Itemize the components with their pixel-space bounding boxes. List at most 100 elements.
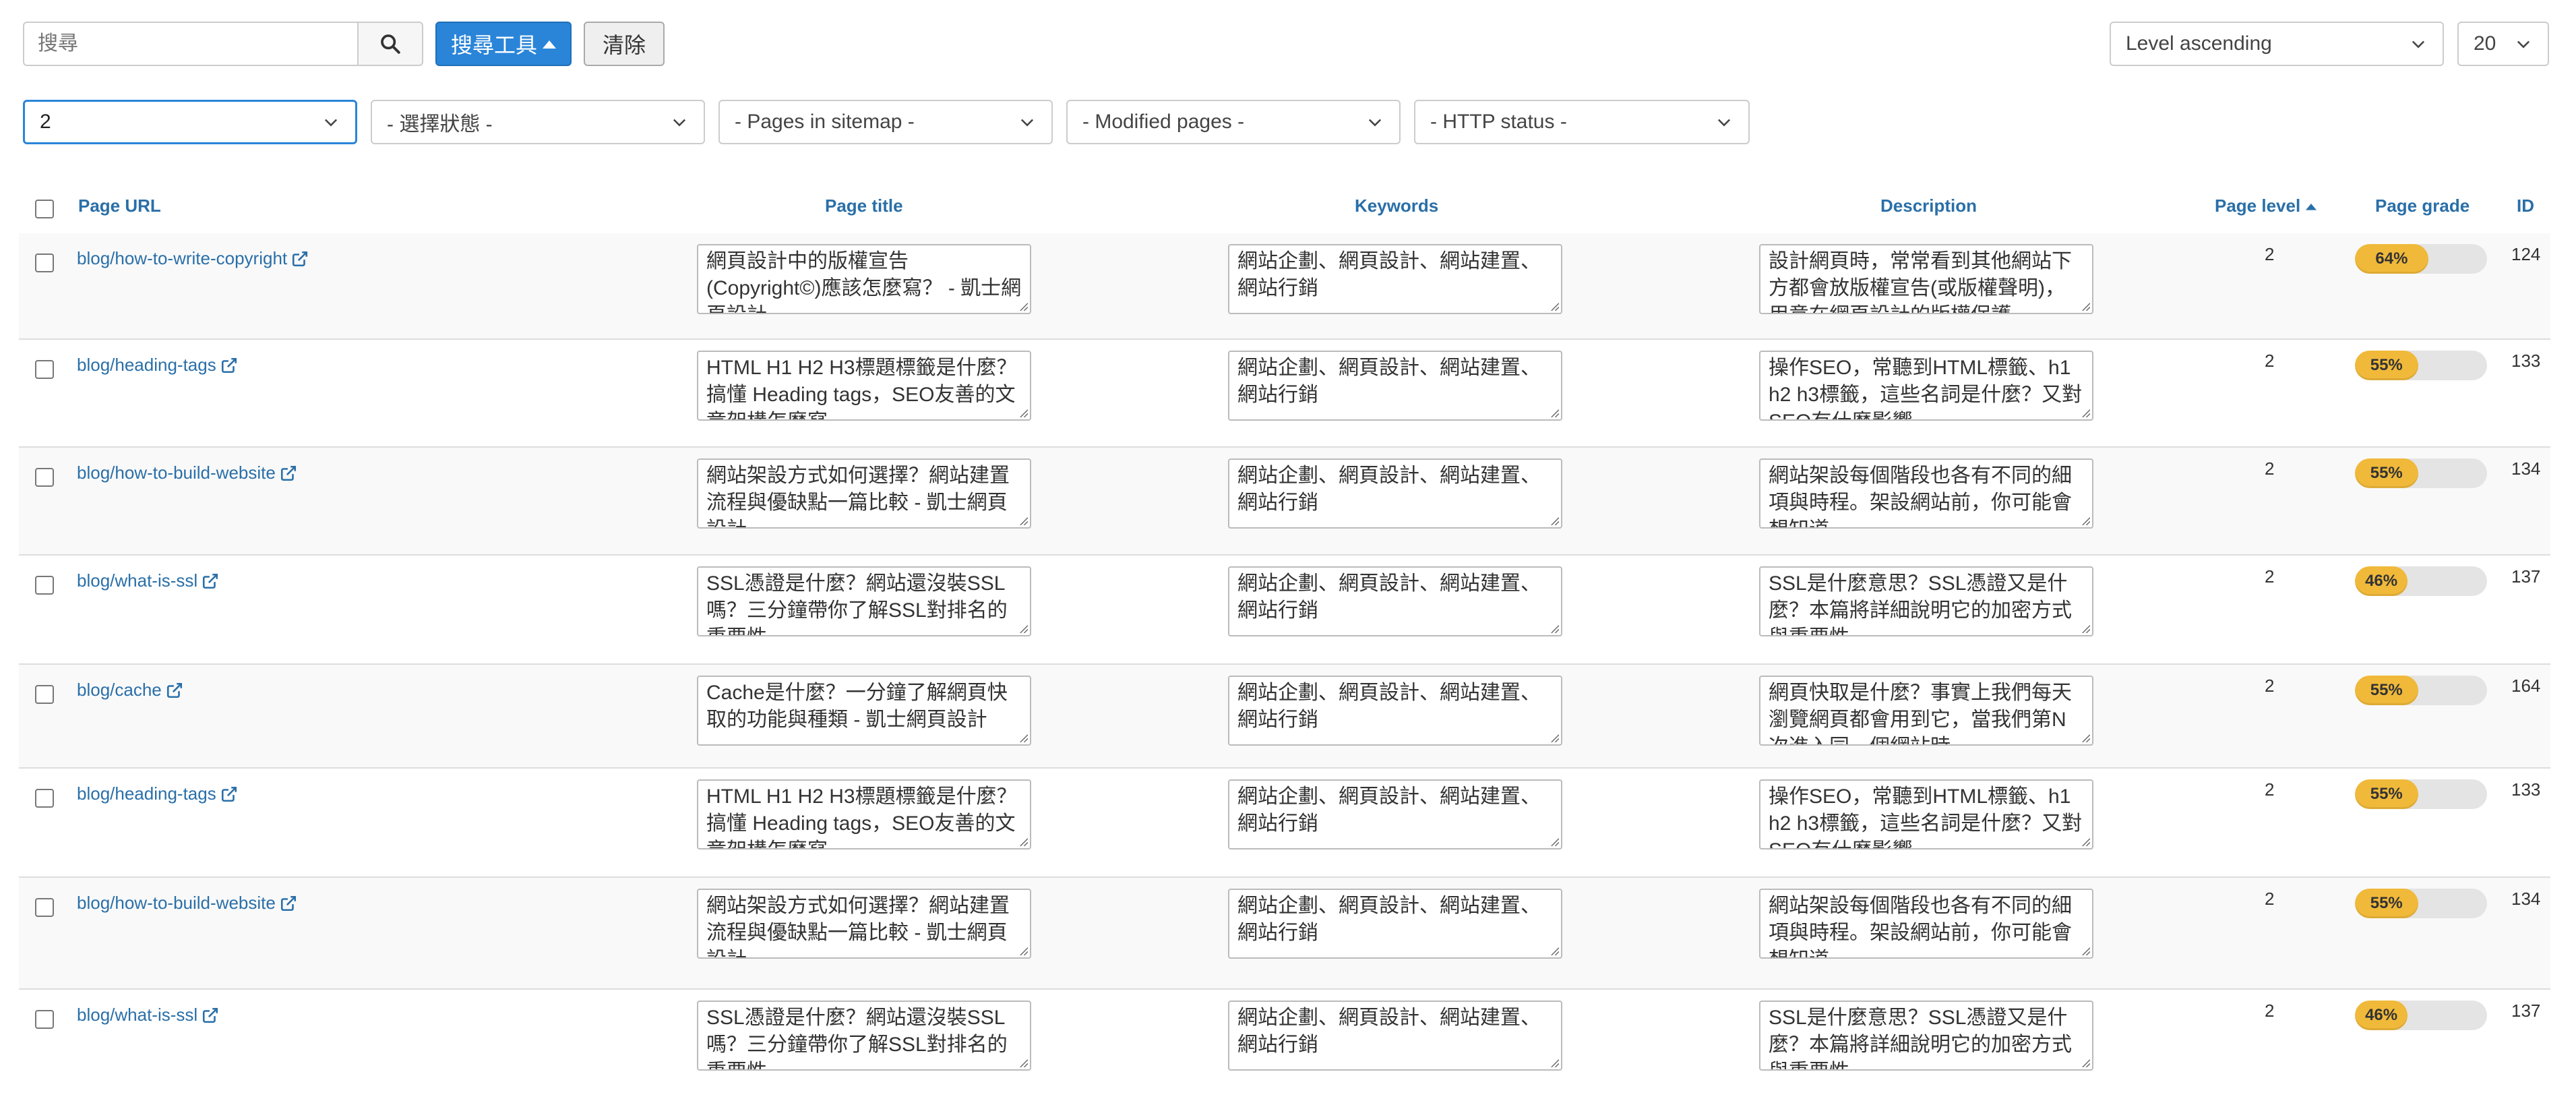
resize-grip-icon[interactable] [2081,837,2090,846]
resize-grip-icon[interactable] [1018,837,1028,846]
description-textarea[interactable]: 操作SEO，常聽到HTML標籤、h1 h2 h3標籤，這些名詞是什麼？又對SEO… [1759,779,2093,849]
header-page-url[interactable]: Page URL [78,196,161,216]
row-checkbox[interactable] [35,789,54,808]
description-textarea[interactable]: 網站架設每個階段也各有不同的細項與時程。架設網站前，你可能會想知道 [1759,889,2093,959]
page-url-link[interactable]: blog/what-is-ssl [77,570,219,591]
header-description[interactable]: Description [1880,196,1977,216]
sitemap-filter-select[interactable]: - Pages in sitemap - [718,100,1053,144]
description-textarea[interactable]: 設計網頁時，常常看到其他網站下方都會放版權宣告(或版權聲明)，用意在網頁設計的版… [1759,244,2093,314]
chevron-down-icon [324,119,338,127]
description-textarea[interactable]: 網頁快取是什麼？事實上我們每天瀏覽網頁都會用到它，當我們第N次進入同一個網站時 [1759,676,2093,746]
page-title-textarea[interactable]: SSL憑證是什麼？網站還沒裝SSL嗎？三分鐘帶你了解SSL對排名的重要性 [697,566,1031,636]
keywords-textarea[interactable]: 網站企劃、網頁設計、網站建置、網站行銷 [1228,889,1562,959]
sitemap-filter-value: - Pages in sitemap - [735,111,915,133]
search-input[interactable] [23,22,359,66]
description-textarea-text: 網頁快取是什麼？事實上我們每天瀏覽網頁都會用到它，當我們第N次進入同一個網站時 [1769,682,2072,744]
resize-grip-icon[interactable] [1550,516,1559,525]
resize-grip-icon[interactable] [1550,624,1559,633]
keywords-textarea[interactable]: 網站企劃、網頁設計、網站建置、網站行銷 [1228,458,1562,529]
status-filter-select[interactable]: - 選擇狀態 - [371,100,705,144]
row-checkbox[interactable] [35,360,54,379]
resize-grip-icon[interactable] [1550,733,1559,742]
page-title-textarea[interactable]: 網頁設計中的版權宣告(Copyright©)應該怎麼寫？ - 凱士網頁設計 [697,244,1031,314]
search-button[interactable] [357,22,423,66]
page-title-textarea[interactable]: SSL憑證是什麼？網站還沒裝SSL嗎？三分鐘帶你了解SSL對排名的重要性 [697,1001,1031,1071]
description-textarea[interactable]: 操作SEO，常聽到HTML標籤、h1 h2 h3標籤，這些名詞是什麼？又對SEO… [1759,351,2093,421]
page-url-link[interactable]: blog/cache [77,680,183,700]
row-divider [19,663,2550,665]
header-page-title[interactable]: Page title [825,196,903,216]
page-title-textarea[interactable]: 網站架設方式如何選擇？網站建置流程與優缺點一篇比較 - 凱士網頁設計 [697,889,1031,959]
keywords-textarea[interactable]: 網站企劃、網頁設計、網站建置、網站行銷 [1228,566,1562,636]
search-tools-button[interactable]: 搜尋工具 [435,22,572,66]
page-title-textarea-text: HTML H1 H2 H3標題標籤是什麼？搞懂 Heading tags，SEO… [706,357,1017,419]
resize-grip-icon[interactable] [1550,1058,1559,1067]
resize-grip-icon[interactable] [1550,946,1559,955]
header-keywords[interactable]: Keywords [1355,196,1438,216]
chevron-down-icon [2412,40,2425,49]
page-url-link[interactable]: blog/how-to-build-website [77,893,297,914]
keywords-textarea-text: 網站企劃、網頁設計、網站建置、網站行銷 [1237,895,1541,944]
page-title-textarea[interactable]: HTML H1 H2 H3標題標籤是什麼？搞懂 Heading tags，SEO… [697,779,1031,849]
resize-grip-icon[interactable] [1018,408,1028,417]
page-title-textarea-text: SSL憑證是什麼？網站還沒裝SSL嗎？三分鐘帶你了解SSL對排名的重要性 [706,572,1008,635]
resize-grip-icon[interactable] [1550,837,1559,846]
modified-filter-value: - Modified pages - [1082,111,1245,133]
row-divider [19,876,2550,878]
keywords-textarea[interactable]: 網站企劃、網頁設計、網站建置、網站行銷 [1228,244,1562,314]
resize-grip-icon[interactable] [1018,516,1028,525]
header-page-level[interactable]: Page level [2215,196,2317,216]
header-id[interactable]: ID [2517,196,2534,216]
keywords-textarea[interactable]: 網站企劃、網頁設計、網站建置、網站行銷 [1228,676,1562,746]
page-title-textarea[interactable]: Cache是什麼？一分鐘了解網頁快取的功能與種類 - 凱士網頁設計 [697,676,1031,746]
page-level-value: 2 [2265,1001,2275,1021]
row-checkbox[interactable] [35,254,54,272]
page-url-link[interactable]: blog/heading-tags [77,355,238,376]
resize-grip-icon[interactable] [2081,946,2090,955]
modified-filter-select[interactable]: - Modified pages - [1066,100,1401,144]
resize-grip-icon[interactable] [2081,1058,2090,1067]
resize-grip-icon[interactable] [1018,946,1028,955]
row-checkbox[interactable] [35,685,54,704]
resize-grip-icon[interactable] [1550,301,1559,311]
description-textarea[interactable]: 網站架設每個階段也各有不同的細項與時程。架設網站前，你可能會想知道 [1759,458,2093,529]
page-title-textarea[interactable]: 網站架設方式如何選擇？網站建置流程與優缺點一篇比較 - 凱士網頁設計 [697,458,1031,529]
row-checkbox[interactable] [35,1010,54,1029]
page-url-link[interactable]: blog/what-is-ssl [77,1005,219,1025]
clear-button[interactable]: 清除 [584,22,665,66]
resize-grip-icon[interactable] [2081,516,2090,525]
http-status-filter-select[interactable]: - HTTP status - [1414,100,1750,144]
keywords-textarea-text: 網站企劃、網頁設計、網站建置、網站行銷 [1237,785,1541,835]
resize-grip-icon[interactable] [1018,301,1028,311]
resize-grip-icon[interactable] [1018,624,1028,633]
resize-grip-icon[interactable] [1550,408,1559,417]
page-url-link[interactable]: blog/how-to-build-website [77,463,297,483]
description-textarea[interactable]: SSL是什麼意思？SSL憑證又是什麼？本篇將詳細說明它的加密方式與重要性 [1759,566,2093,636]
keywords-textarea[interactable]: 網站企劃、網頁設計、網站建置、網站行銷 [1228,1001,1562,1071]
keywords-textarea[interactable]: 網站企劃、網頁設計、網站建置、網站行銷 [1228,779,1562,849]
page-grade-fill: 55% [2355,458,2418,488]
select-all-checkbox[interactable] [35,200,54,218]
resize-grip-icon[interactable] [2081,624,2090,633]
page-url-link[interactable]: blog/heading-tags [77,783,238,804]
page-id-value: 137 [2511,1001,2541,1021]
row-checkbox[interactable] [35,468,54,487]
resize-grip-icon[interactable] [2081,733,2090,742]
header-page-grade[interactable]: Page grade [2375,196,2470,216]
sort-select[interactable]: Level ascending [2110,22,2444,66]
resize-grip-icon[interactable] [1018,733,1028,742]
description-textarea[interactable]: SSL是什麼意思？SSL憑證又是什麼？本篇將詳細說明它的加密方式與重要性 [1759,1001,2093,1071]
per-page-select[interactable]: 20 [2457,22,2549,66]
keywords-textarea[interactable]: 網站企劃、網頁設計、網站建置、網站行銷 [1228,351,1562,421]
row-checkbox[interactable] [35,576,54,595]
page-id-value: 164 [2511,676,2541,696]
resize-grip-icon[interactable] [2081,301,2090,311]
level-filter-select[interactable]: 2 [23,100,357,144]
row-checkbox[interactable] [35,898,54,917]
resize-grip-icon[interactable] [2081,408,2090,417]
page-title-textarea[interactable]: HTML H1 H2 H3標題標籤是什麼？搞懂 Heading tags，SEO… [697,351,1031,421]
page-url-link[interactable]: blog/how-to-write-copyright [77,248,309,269]
keywords-textarea-text: 網站企劃、網頁設計、網站建置、網站行銷 [1237,1007,1541,1056]
resize-grip-icon[interactable] [1018,1058,1028,1067]
page-title-textarea-text: Cache是什麼？一分鐘了解網頁快取的功能與種類 - 凱士網頁設計 [706,682,1008,731]
